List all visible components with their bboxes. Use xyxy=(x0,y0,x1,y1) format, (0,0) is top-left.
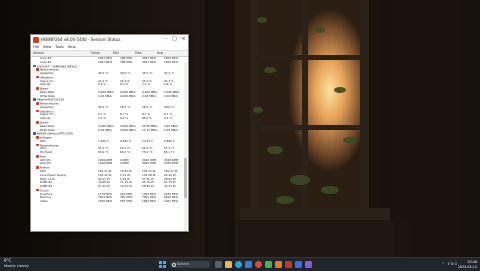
app-icon-purple[interactable] xyxy=(305,261,312,268)
sensor-name: Core Power Supply xyxy=(40,173,67,177)
menu-tools[interactable]: Tools xyxy=(55,44,64,50)
start-button[interactable] xyxy=(159,261,166,268)
task-view-icon[interactable] xyxy=(215,261,222,268)
sensor-category-icon xyxy=(36,87,39,90)
sensor-name: 8-PIN #1 xyxy=(40,181,53,185)
file-explorer-icon[interactable] xyxy=(225,261,232,268)
maximize-button[interactable]: □ xyxy=(170,35,179,44)
sensor-name-cell: Video xyxy=(31,200,98,204)
sensor-name: Memory xyxy=(40,196,52,200)
sensor-row[interactable]: Video 1590 MHz 555 MHz 1665 MHz 1461 MHz xyxy=(31,200,188,204)
sensor-device-icon xyxy=(33,64,36,68)
sensor-category-icon xyxy=(36,188,39,192)
sensor-category-icon xyxy=(36,109,39,113)
sensor-device-icon xyxy=(33,132,36,135)
sensor-name: Read Rate xyxy=(40,90,55,94)
sensor-min: 555 MHz xyxy=(120,200,133,204)
sensor-name: Video xyxy=(40,200,48,204)
sensor-name: Graphics xyxy=(40,192,53,196)
col-avg[interactable]: Avg xyxy=(157,51,179,56)
app-icon-green[interactable] xyxy=(265,261,272,268)
sensor-category-icon xyxy=(36,121,39,124)
store-icon[interactable] xyxy=(245,261,252,268)
title-bar[interactable]: HWiNFO64 v8.00-5400 - Sensors Status – □… xyxy=(31,35,188,44)
sensor-max: 1665 MHz xyxy=(142,200,156,204)
edge-browser-icon[interactable] xyxy=(235,261,242,268)
minimize-button[interactable]: – xyxy=(161,35,170,44)
chrome-icon[interactable] xyxy=(255,261,262,268)
menu-bar: File View Tools Help xyxy=(31,44,188,51)
window-title: HWiNFO64 v8.00-5400 - Sensors Status xyxy=(41,37,121,42)
app-icon-orange[interactable] xyxy=(275,261,282,268)
sensor-avg: 1461 MHz xyxy=(164,200,178,204)
hwinfo-taskbar-icon[interactable] xyxy=(285,261,292,268)
sensor-name: Space (D:) xyxy=(40,113,55,117)
taskbar: 9°C Mostly cloudy Search ^ ENG 03:48 202… xyxy=(0,257,480,271)
scrollbar-thumb[interactable] xyxy=(184,158,187,198)
col-min[interactable]: Min xyxy=(113,51,135,56)
close-button[interactable]: × xyxy=(179,35,188,44)
sensor-name: Space (C:) xyxy=(40,79,55,83)
menu-file[interactable]: File xyxy=(33,44,39,50)
sensor-category-icon xyxy=(36,75,39,79)
hwinfo-app-icon xyxy=(33,36,39,43)
sensor-category-icon xyxy=(36,143,39,147)
sensor-category-icon xyxy=(36,136,39,139)
clock[interactable]: 03:48 2024-04-15 xyxy=(458,260,477,269)
sensor-category-icon xyxy=(36,68,39,71)
app-icon-blue[interactable] xyxy=(295,261,302,268)
weather-widget[interactable]: 9°C Mostly cloudy xyxy=(4,258,29,268)
col-max[interactable]: Max xyxy=(135,51,157,56)
sensor-name: Write Rate xyxy=(40,94,55,98)
sensor-name: Assembly xyxy=(40,105,54,109)
weather-desc: Mostly cloudy xyxy=(4,263,29,268)
sensor-name: GPU xyxy=(40,139,46,143)
sensor-category-icon xyxy=(36,154,39,158)
sensor-name: Activity xyxy=(40,117,51,121)
col-sensor[interactable]: Sensor xyxy=(31,51,91,56)
sensor-name: Core #0 xyxy=(40,57,52,60)
sensor-name: GPU xyxy=(40,169,46,173)
sensor-category-icon xyxy=(36,166,39,169)
sensor-name: GPU xyxy=(40,147,46,151)
search-icon xyxy=(172,263,176,267)
clock-date: 2024-04-15 xyxy=(457,264,477,269)
sensor-value: 1590 MHz xyxy=(98,200,112,204)
system-tray[interactable]: ^ ENG xyxy=(442,262,458,266)
sensor-name: PCIe +12V xyxy=(40,177,55,181)
sensor-name: 8-PIN #2 xyxy=(40,185,53,189)
col-value[interactable]: Value xyxy=(91,51,113,56)
sensor-category-icon xyxy=(36,102,39,105)
sensor-name: Read Rate xyxy=(40,124,55,128)
sensor-list[interactable]: Core #0 1997 MHz 798 MHz 4097 MHz 1652 MHz Co… xyxy=(31,57,188,230)
menu-help[interactable]: Help xyxy=(68,44,76,50)
sensor-name: Core #1 xyxy=(40,60,52,64)
sensor-name: Hot Spot xyxy=(40,151,53,155)
sensor-name: GPU #1 xyxy=(40,158,51,162)
sensor-name: GPU #2 xyxy=(40,162,51,166)
taskbar-search[interactable]: Search xyxy=(170,261,210,268)
vertical-scrollbar[interactable] xyxy=(184,63,187,231)
sensor-name: Assembly xyxy=(40,72,54,76)
hwinfo-sensors-window[interactable]: HWiNFO64 v8.00-5400 - Sensors Status – □… xyxy=(30,34,189,232)
sensor-name: Activity xyxy=(40,83,51,87)
sensor-name: Write Rate xyxy=(40,128,55,132)
search-placeholder: Search xyxy=(177,262,190,266)
sensor-device-icon xyxy=(33,98,36,102)
menu-view[interactable]: View xyxy=(43,44,51,50)
